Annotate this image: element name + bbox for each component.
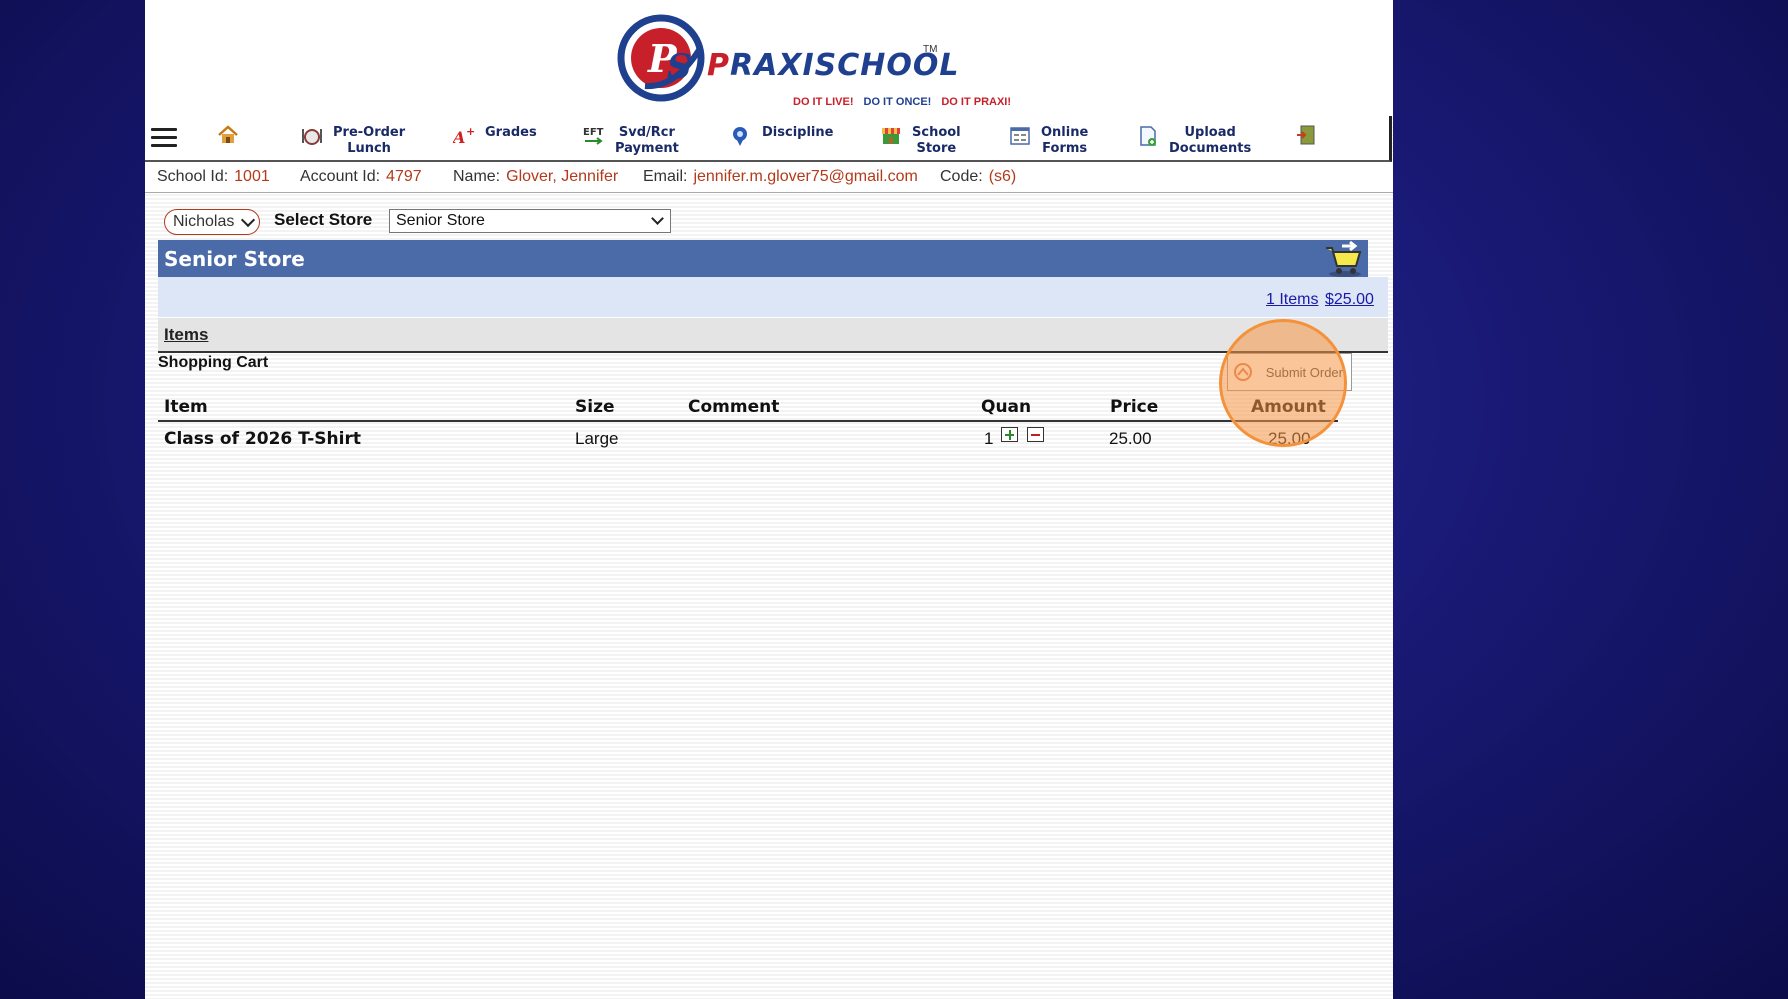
column-header-price: Price <box>1110 397 1159 417</box>
student-select[interactable]: Nicholas <box>164 209 260 235</box>
discipline-icon <box>733 127 747 146</box>
nav-item-online-forms[interactable]: Online Forms <box>1009 125 1088 157</box>
account-info-bar: School Id: 1001 Account Id: 4797 Name: Glov… <box>145 162 1393 193</box>
table-header-divider <box>158 420 1338 422</box>
cell-item: Class of 2026 T-Shirt <box>164 429 361 449</box>
logout-icon[interactable] <box>1295 124 1317 146</box>
column-header-quantity: Quan <box>981 397 1032 417</box>
nav-item-upload-documents[interactable]: Upload Documents <box>1137 125 1251 157</box>
column-header-amount: Amount <box>1251 397 1326 417</box>
main-nav: Pre-Order Lunch A + Grades EFT Svd/Rcr Pay… <box>145 116 1392 162</box>
logo-emblem-icon: P S <box>617 14 705 102</box>
select-store-label: Select Store <box>274 210 373 229</box>
lunch-icon <box>302 129 322 145</box>
grades-icon: A + <box>453 125 475 147</box>
submit-order-icon <box>1234 363 1252 381</box>
chevron-down-icon <box>240 212 256 228</box>
svg-text:A: A <box>453 128 465 147</box>
svg-text:S: S <box>667 47 692 87</box>
cart-summary-bar: 1 Items $25.00 <box>158 277 1388 317</box>
menu-icon[interactable] <box>151 128 177 148</box>
items-count-link[interactable]: 1 Items <box>1266 291 1318 309</box>
nav-item-grades[interactable]: A + Grades <box>453 125 537 147</box>
items-tab[interactable]: Items <box>164 325 208 345</box>
cell-price: 25.00 <box>1109 429 1152 448</box>
shopping-cart-title: Shopping Cart <box>158 354 269 371</box>
nav-item-pre-order-lunch[interactable]: Pre-Order Lunch <box>301 125 405 157</box>
store-select[interactable]: Senior Store <box>389 209 671 233</box>
svg-text:+: + <box>466 125 475 138</box>
header: P S PRAXISCHOOL TM DO IT LIVE! DO IT ONCE… <box>145 0 1393 116</box>
increase-quantity-button[interactable] <box>1001 427 1018 442</box>
store-icon <box>882 128 900 144</box>
column-header-size: Size <box>575 397 615 417</box>
store-title-bar: Senior Store <box>158 240 1368 277</box>
brand-name: PRAXISCHOOL <box>707 48 960 83</box>
cell-amount: 25.00 <box>1268 429 1311 448</box>
account-email: Email: jennifer.m.glover75@gmail.com <box>643 168 918 185</box>
tagline: DO IT LIVE! DO IT ONCE! DO IT PRAXI! <box>793 96 1012 108</box>
table-row: Class of 2026 T-Shirt Large 1 25.00 25.0… <box>158 424 1338 454</box>
forms-icon <box>1010 127 1030 145</box>
account-code: Code: (s6) <box>940 168 1017 185</box>
shopping-cart-icon[interactable] <box>1324 240 1364 278</box>
account-name: Name: Glover, Jennifer <box>453 168 619 185</box>
praxischool-logo[interactable]: P S PRAXISCHOOL TM DO IT LIVE! DO IT ONCE… <box>615 8 1011 113</box>
svg-text:EFT: EFT <box>583 127 604 138</box>
eft-icon: EFT <box>583 127 604 145</box>
account-id: Account Id: 4797 <box>300 168 422 185</box>
items-tab-bar: Items <box>158 318 1388 353</box>
chevron-down-icon <box>651 212 664 225</box>
column-header-item: Item <box>164 397 208 417</box>
home-icon[interactable] <box>217 124 239 146</box>
nav-item-svd-rcr-payment[interactable]: EFT Svd/Rcr Payment <box>583 125 679 157</box>
column-header-comment: Comment <box>688 397 780 417</box>
school-id: School Id: 1001 <box>157 168 270 185</box>
app-page: P S PRAXISCHOOL TM DO IT LIVE! DO IT ONCE… <box>145 0 1393 999</box>
nav-item-school-store[interactable]: School Store <box>880 125 961 157</box>
trademark: TM <box>923 44 938 55</box>
cell-quantity: 1 <box>984 429 994 448</box>
decrease-quantity-button[interactable] <box>1027 427 1044 442</box>
nav-item-discipline[interactable]: Discipline <box>730 125 833 147</box>
cell-size: Large <box>575 429 619 448</box>
store-title: Senior Store <box>164 247 305 271</box>
cart-total-link[interactable]: $25.00 <box>1325 291 1374 309</box>
upload-icon <box>1140 126 1156 146</box>
